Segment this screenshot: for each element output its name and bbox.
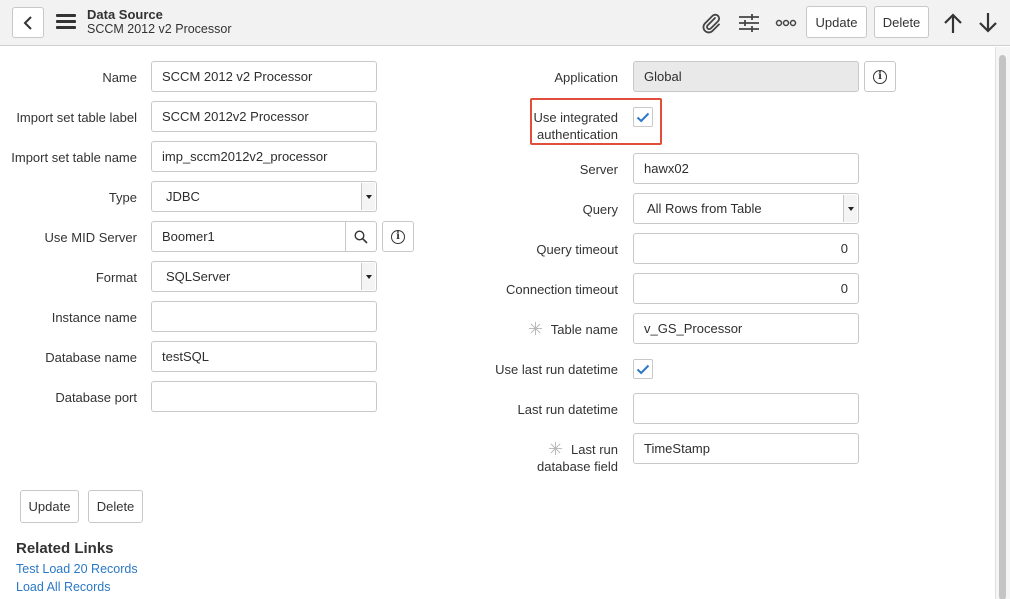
- hamburger-menu-icon[interactable]: [56, 14, 76, 30]
- page-title: Data Source: [87, 7, 163, 22]
- query-select-value: All Rows from Table: [647, 201, 762, 216]
- checkmark-icon: [636, 112, 650, 122]
- paperclip-icon[interactable]: [698, 10, 724, 36]
- integrated-auth-checkbox[interactable]: [633, 107, 653, 127]
- chevron-down-icon[interactable]: [843, 195, 857, 222]
- last-run-field-label-line1: Last run: [571, 442, 618, 457]
- database-name-label: Database name: [45, 350, 137, 365]
- chevron-down-icon[interactable]: [361, 183, 375, 210]
- sliders-icon[interactable]: [736, 10, 762, 36]
- format-select[interactable]: SQLServer: [151, 261, 377, 292]
- checkmark-icon: [636, 364, 650, 374]
- integrated-auth-label: Use integrated authentication: [470, 109, 618, 143]
- database-port-field[interactable]: [151, 381, 377, 412]
- header-update-button[interactable]: Update: [806, 6, 867, 38]
- last-run-database-field[interactable]: TimeStamp: [633, 433, 859, 464]
- import-set-table-name-label: Import set table name: [11, 150, 137, 165]
- instance-name-field[interactable]: [151, 301, 377, 332]
- query-label: Query: [582, 202, 618, 217]
- search-icon: [354, 229, 368, 244]
- page-subtitle: SCCM 2012 v2 Processor: [87, 22, 232, 36]
- type-label: Type: [108, 190, 137, 205]
- chevron-down-icon[interactable]: [361, 263, 375, 290]
- related-links-title: Related Links: [16, 540, 114, 557]
- last-run-field-label-line2: database field: [537, 459, 618, 474]
- query-select[interactable]: All Rows from Table: [633, 193, 859, 224]
- use-last-run-label: Use last run datetime: [495, 362, 618, 377]
- scrollbar-thumb[interactable]: [999, 55, 1006, 599]
- update-button[interactable]: Update: [20, 490, 79, 523]
- last-run-database-field-label: Last run database field: [470, 441, 618, 475]
- type-select-value: JDBC: [166, 189, 200, 204]
- last-run-datetime-field[interactable]: [633, 393, 859, 424]
- instance-name-label: Instance name: [51, 310, 137, 325]
- format-select-value: SQLServer: [166, 269, 231, 284]
- header-delete-button[interactable]: Delete: [874, 6, 929, 38]
- integrated-auth-label-line1: Use integrated: [533, 110, 618, 125]
- name-label: Name: [102, 70, 137, 85]
- info-icon: i: [873, 69, 887, 84]
- page-title-block: Data Source SCCM 2012 v2 Processor: [87, 7, 232, 37]
- test-load-20-records-link[interactable]: Test Load 20 Records: [16, 562, 138, 576]
- arrow-up-icon[interactable]: [940, 10, 966, 36]
- import-set-table-label-field[interactable]: SCCM 2012v2 Processor: [151, 101, 377, 132]
- application-label: Application: [554, 70, 618, 85]
- application-field: Global: [633, 61, 859, 92]
- server-label: Server: [579, 162, 618, 177]
- database-name-field[interactable]: testSQL: [151, 341, 377, 372]
- mid-server-info-button[interactable]: i: [382, 221, 414, 252]
- scrollbar[interactable]: [995, 47, 1010, 599]
- import-set-table-label-label: Import set table label: [16, 110, 137, 125]
- server-field[interactable]: hawx02: [633, 153, 859, 184]
- type-select[interactable]: JDBC: [151, 181, 377, 212]
- connection-timeout-label: Connection timeout: [505, 282, 618, 297]
- name-field[interactable]: SCCM 2012 v2 Processor: [151, 61, 377, 92]
- connection-timeout-field[interactable]: 0: [633, 273, 859, 304]
- format-label: Format: [95, 270, 137, 285]
- last-run-datetime-label: Last run datetime: [517, 402, 618, 417]
- mid-server-lookup-button[interactable]: [345, 221, 377, 252]
- info-icon: i: [391, 229, 405, 244]
- use-last-run-checkbox[interactable]: [633, 359, 653, 379]
- back-arrow-icon: [23, 15, 32, 30]
- database-port-label: Database port: [55, 390, 137, 405]
- integrated-auth-label-line2: authentication: [537, 127, 618, 142]
- delete-button[interactable]: Delete: [88, 490, 143, 523]
- import-set-table-name-field[interactable]: imp_sccm2012v2_processor: [151, 141, 377, 172]
- use-mid-server-label: Use MID Server: [44, 230, 137, 245]
- more-icon[interactable]: [773, 10, 799, 36]
- back-button[interactable]: [12, 7, 44, 38]
- load-all-records-link[interactable]: Load All Records: [16, 580, 111, 594]
- mid-server-field[interactable]: Boomer1: [151, 221, 346, 252]
- application-info-button[interactable]: i: [864, 61, 896, 92]
- table-name-field[interactable]: v_GS_Processor: [633, 313, 859, 344]
- query-timeout-field[interactable]: 0: [633, 233, 859, 264]
- query-timeout-label: Query timeout: [536, 242, 618, 257]
- form-header: Data Source SCCM 2012 v2 Processor Updat…: [0, 0, 1010, 46]
- table-name-label: Table name: [550, 322, 618, 337]
- arrow-down-icon[interactable]: [975, 10, 1001, 36]
